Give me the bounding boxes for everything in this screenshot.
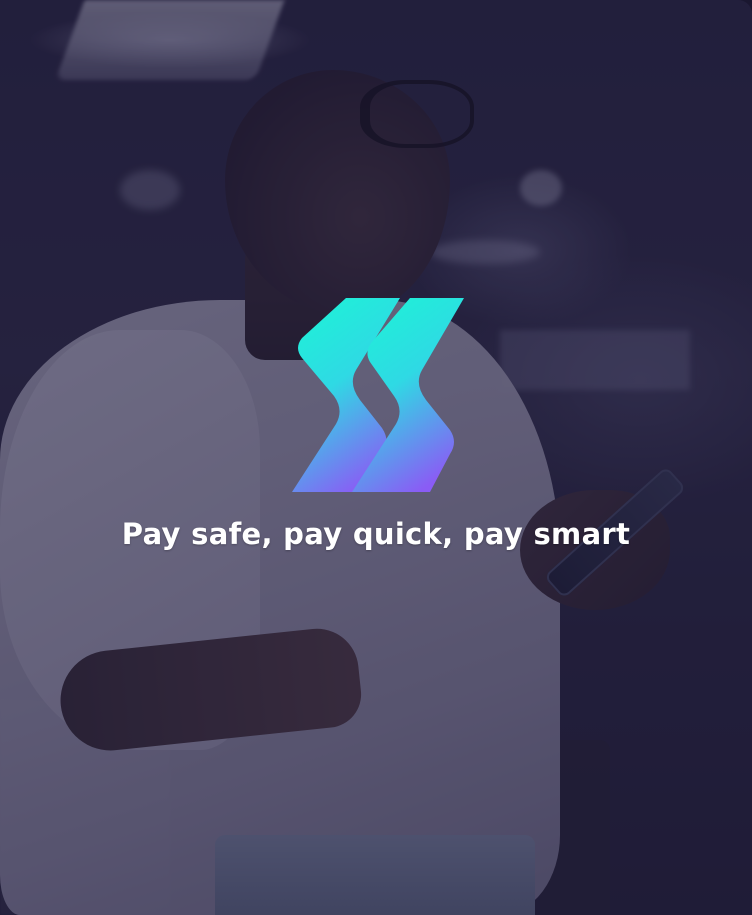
splash-screen: Pay safe, pay quick, pay smart: [0, 0, 752, 915]
tagline-text: Pay safe, pay quick, pay smart: [121, 517, 631, 551]
lightning-s-logo-icon: [292, 298, 464, 492]
